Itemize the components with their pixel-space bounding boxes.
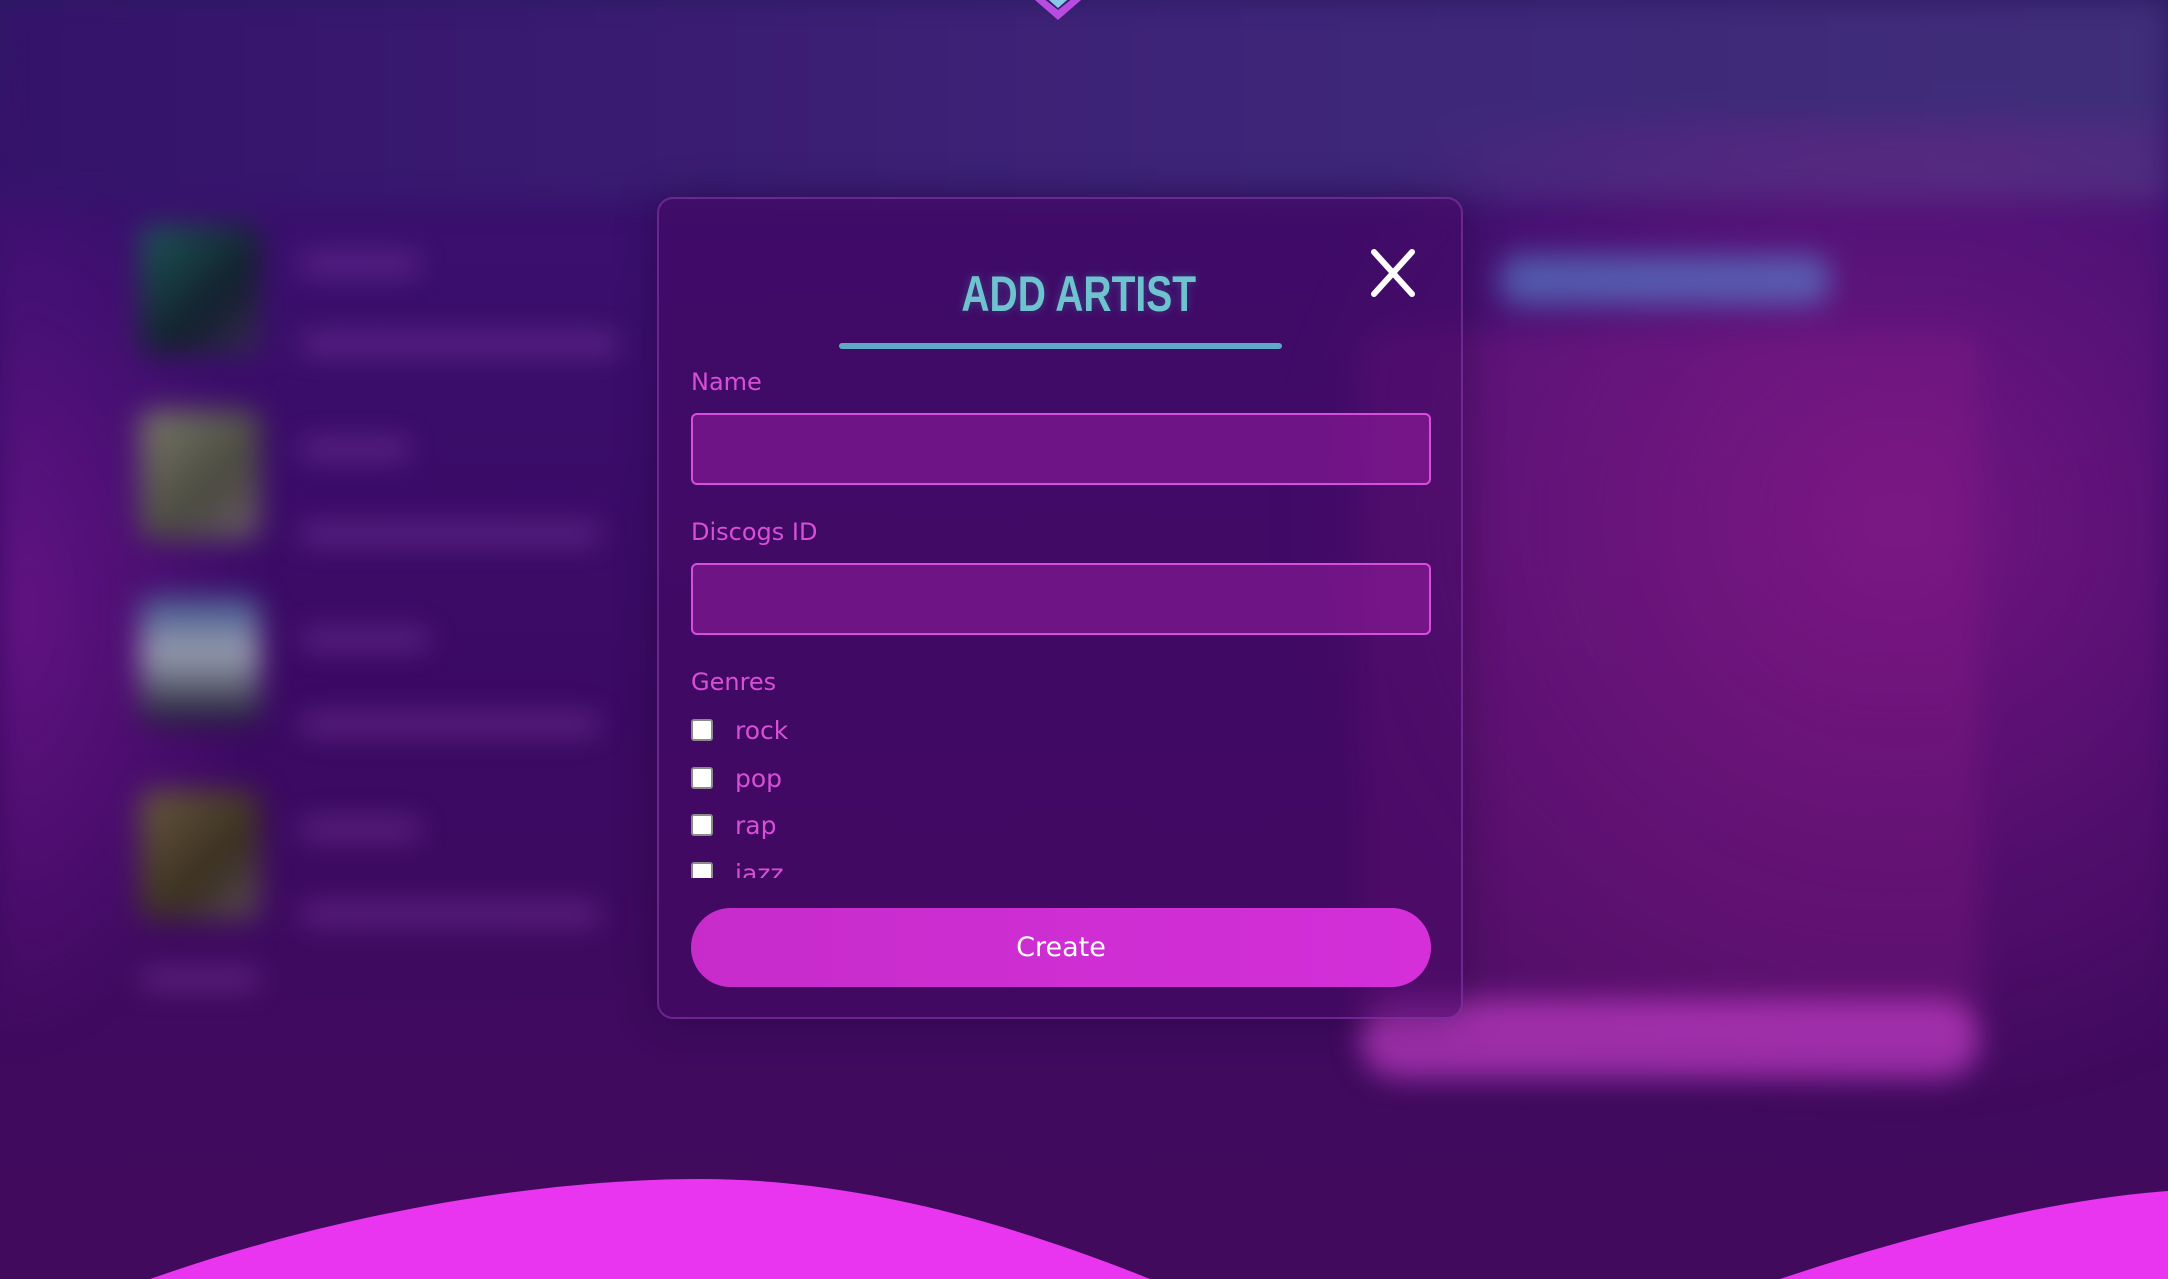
genres-list[interactable]: rock pop rap jazz (691, 712, 1091, 878)
genre-checkbox[interactable] (691, 719, 713, 741)
genre-checkbox[interactable] (691, 814, 713, 836)
blurred-text (300, 820, 420, 838)
create-button[interactable]: Create (691, 908, 1431, 987)
name-label: Name (691, 368, 762, 396)
genre-label: rock (735, 715, 789, 745)
genre-checkbox[interactable] (691, 862, 713, 878)
blurred-artist-thumb (140, 410, 260, 540)
discogs-id-input[interactable] (691, 563, 1431, 635)
title-underline (839, 343, 1282, 349)
blurred-artist-thumb (140, 790, 260, 920)
logo-icon (1034, 0, 1082, 20)
genres-label: Genres (691, 668, 777, 696)
blurred-text (300, 335, 620, 353)
genre-option-pop[interactable]: pop (691, 760, 782, 796)
blurred-text (300, 525, 600, 543)
blurred-text (300, 630, 430, 648)
close-button[interactable] (1368, 246, 1418, 300)
blurred-text (300, 905, 600, 923)
genre-label: jazz (735, 858, 784, 879)
close-icon (1371, 249, 1415, 297)
genre-option-jazz[interactable]: jazz (691, 855, 784, 878)
genre-label: rap (735, 810, 777, 840)
bottom-wave (150, 1179, 2168, 1279)
blurred-artist-thumb (140, 595, 260, 725)
blurred-text (300, 715, 600, 733)
name-input[interactable] (691, 413, 1431, 485)
genre-option-rock[interactable]: rock (691, 712, 788, 748)
blurred-text (140, 970, 260, 988)
genre-label: pop (735, 763, 783, 793)
genre-option-rap[interactable]: rap (691, 807, 776, 843)
blurred-text (300, 440, 410, 458)
genre-checkbox[interactable] (691, 767, 713, 789)
discogs-id-label: Discogs ID (691, 518, 818, 546)
modal-title: ADD ARTIST (961, 266, 1197, 322)
